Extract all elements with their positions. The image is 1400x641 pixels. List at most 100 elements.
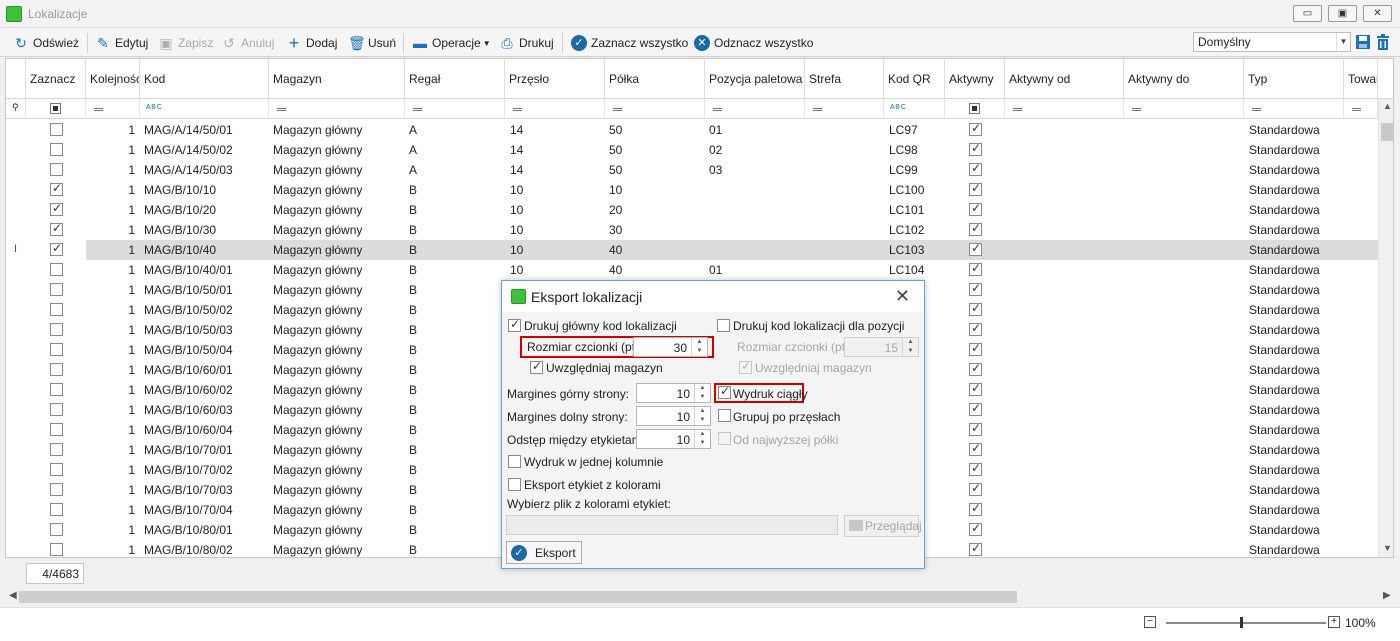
column-header[interactable]: Aktywny bbox=[945, 59, 1005, 99]
color-file-path-input[interactable] bbox=[506, 515, 838, 535]
zoom-slider[interactable] bbox=[1166, 622, 1326, 624]
row-select-checkbox[interactable] bbox=[50, 181, 63, 196]
row-select-checkbox[interactable] bbox=[50, 403, 63, 416]
scroll-down-icon[interactable]: ▼ bbox=[1379, 543, 1393, 557]
active-checkbox[interactable] bbox=[969, 281, 982, 296]
filter-cell[interactable] bbox=[1124, 99, 1244, 119]
filter-cell[interactable] bbox=[505, 99, 605, 119]
spin-down-icon[interactable]: ▼ bbox=[695, 439, 710, 448]
filter-cell[interactable] bbox=[605, 99, 705, 119]
active-checkbox[interactable] bbox=[969, 321, 982, 336]
column-header[interactable]: Aktywny od bbox=[1005, 59, 1124, 99]
column-header[interactable]: Pozycja paletowa bbox=[705, 59, 805, 99]
column-header[interactable]: Zaznacz bbox=[26, 59, 86, 99]
row-select-checkbox[interactable] bbox=[50, 241, 63, 256]
font-size-main-spinner[interactable]: 30 ▲ ▼ bbox=[633, 337, 708, 357]
browse-button[interactable]: Przeglądaj bbox=[844, 515, 922, 537]
include-warehouse-position-checkbox[interactable] bbox=[739, 359, 752, 374]
active-checkbox[interactable] bbox=[969, 181, 982, 196]
column-header[interactable]: Kod bbox=[140, 59, 269, 99]
active-checkbox[interactable] bbox=[969, 301, 982, 316]
filter-pin[interactable]: ⚲ bbox=[6, 99, 26, 119]
table-row[interactable]: 1 MAG/B/10/30 Magazyn główny B 10 30 LC102 Stan… bbox=[6, 220, 1378, 240]
spin-down-icon[interactable]: ▼ bbox=[692, 347, 707, 356]
print-main-code-checkbox[interactable] bbox=[508, 317, 521, 332]
color-labels-checkbox[interactable] bbox=[508, 478, 521, 491]
row-select-checkbox[interactable] bbox=[50, 383, 63, 396]
row-select-checkbox[interactable] bbox=[50, 523, 63, 536]
spin-up-icon[interactable]: ▲ bbox=[695, 407, 710, 416]
filter-cell[interactable]: A B C bbox=[884, 99, 945, 119]
group-by-span-checkbox[interactable] bbox=[718, 409, 731, 422]
scroll-thumb[interactable] bbox=[19, 591, 1017, 603]
layout-select[interactable]: Domyślny ▼ bbox=[1193, 32, 1351, 52]
horizontal-scrollbar[interactable]: ◀ ▶ bbox=[5, 589, 1394, 605]
spin-down-icon[interactable]: ▼ bbox=[695, 393, 710, 402]
cancel-button[interactable]: ↺ Anuluj bbox=[221, 33, 274, 53]
spin-up-icon[interactable]: ▲ bbox=[903, 338, 918, 347]
active-checkbox[interactable] bbox=[969, 201, 982, 216]
row-select-checkbox[interactable] bbox=[50, 163, 63, 176]
filter-cell[interactable] bbox=[1005, 99, 1124, 119]
row-select-checkbox[interactable] bbox=[50, 263, 63, 276]
active-checkbox[interactable] bbox=[969, 121, 982, 136]
add-button[interactable]: + Dodaj bbox=[286, 33, 338, 53]
table-row[interactable]: 1 MAG/B/10/20 Magazyn główny B 10 20 LC101 Stan… bbox=[6, 200, 1378, 220]
row-select-checkbox[interactable] bbox=[50, 463, 63, 476]
row-select-checkbox[interactable] bbox=[50, 363, 63, 376]
table-row[interactable]: I 1 MAG/B/10/40 Magazyn główny B 10 40 LC103 Sta… bbox=[6, 240, 1378, 260]
label-spacing-spinner[interactable]: 10 ▲ ▼ bbox=[636, 429, 711, 449]
filter-cell[interactable] bbox=[405, 99, 505, 119]
filter-checkbox[interactable] bbox=[945, 99, 1005, 119]
row-select-checkbox[interactable] bbox=[50, 483, 63, 496]
table-row[interactable]: 1 MAG/A/14/50/02 Magazyn główny A 14 50 02 LC98… bbox=[6, 140, 1378, 160]
active-checkbox[interactable] bbox=[969, 481, 982, 496]
row-select-checkbox[interactable] bbox=[50, 443, 63, 456]
active-checkbox[interactable] bbox=[969, 341, 982, 356]
save-layout-button[interactable] bbox=[1355, 33, 1371, 51]
active-checkbox[interactable] bbox=[969, 541, 982, 556]
active-checkbox[interactable] bbox=[969, 381, 982, 396]
spin-up-icon[interactable]: ▲ bbox=[695, 430, 710, 439]
active-checkbox[interactable] bbox=[969, 501, 982, 516]
select-all-button[interactable]: ✓ Zaznacz wszystko bbox=[571, 33, 688, 53]
print-button[interactable]: ⎙ Drukuj bbox=[499, 33, 553, 53]
filter-checkbox[interactable] bbox=[26, 99, 86, 119]
column-header[interactable]: Aktywny do bbox=[1124, 59, 1244, 99]
row-select-checkbox[interactable] bbox=[50, 221, 63, 236]
continuous-print-checkbox[interactable] bbox=[718, 384, 731, 399]
include-warehouse-main-checkbox[interactable] bbox=[530, 359, 543, 374]
spin-down-icon[interactable]: ▼ bbox=[695, 416, 710, 425]
table-row[interactable]: 1 MAG/A/14/50/01 Magazyn główny A 14 50 01 LC97… bbox=[6, 120, 1378, 140]
filter-cell[interactable] bbox=[1344, 99, 1378, 119]
zoom-slider-handle[interactable] bbox=[1240, 617, 1243, 628]
filter-cell[interactable] bbox=[86, 99, 140, 119]
active-checkbox[interactable] bbox=[969, 261, 982, 276]
row-select-checkbox[interactable] bbox=[50, 201, 63, 216]
column-header[interactable]: Przęsło bbox=[505, 59, 605, 99]
row-select-checkbox[interactable] bbox=[50, 503, 63, 516]
vertical-scrollbar[interactable]: ▲ ▼ bbox=[1378, 99, 1393, 557]
table-row[interactable]: 1 MAG/B/10/40/01 Magazyn główny B 10 40 01 LC10… bbox=[6, 260, 1378, 280]
close-button[interactable]: ✕ bbox=[1363, 5, 1392, 22]
operations-menu-button[interactable]: ▬ Operacje ▼ bbox=[412, 33, 491, 53]
row-select-checkbox[interactable] bbox=[50, 543, 63, 556]
single-column-checkbox[interactable] bbox=[508, 455, 521, 468]
scroll-right-icon[interactable]: ▶ bbox=[1383, 590, 1391, 601]
active-checkbox[interactable] bbox=[969, 401, 982, 416]
zoom-out-button[interactable]: − bbox=[1144, 616, 1156, 628]
active-checkbox[interactable] bbox=[969, 141, 982, 156]
active-checkbox[interactable] bbox=[969, 421, 982, 436]
maximize-button[interactable]: ▣ bbox=[1328, 5, 1357, 22]
spin-up-icon[interactable]: ▲ bbox=[695, 384, 710, 393]
active-checkbox[interactable] bbox=[969, 161, 982, 176]
filter-cell[interactable]: A B C bbox=[140, 99, 269, 119]
active-checkbox[interactable] bbox=[969, 441, 982, 456]
filter-cell[interactable] bbox=[805, 99, 884, 119]
row-select-checkbox[interactable] bbox=[50, 123, 63, 136]
spin-up-icon[interactable]: ▲ bbox=[692, 338, 707, 347]
column-header[interactable]: Półka bbox=[605, 59, 705, 99]
edit-button[interactable]: ✎ Edytuj bbox=[95, 33, 148, 53]
delete-layout-button[interactable] bbox=[1375, 33, 1391, 51]
table-row[interactable]: 1 MAG/B/10/10 Magazyn główny B 10 10 LC100 Stan… bbox=[6, 180, 1378, 200]
